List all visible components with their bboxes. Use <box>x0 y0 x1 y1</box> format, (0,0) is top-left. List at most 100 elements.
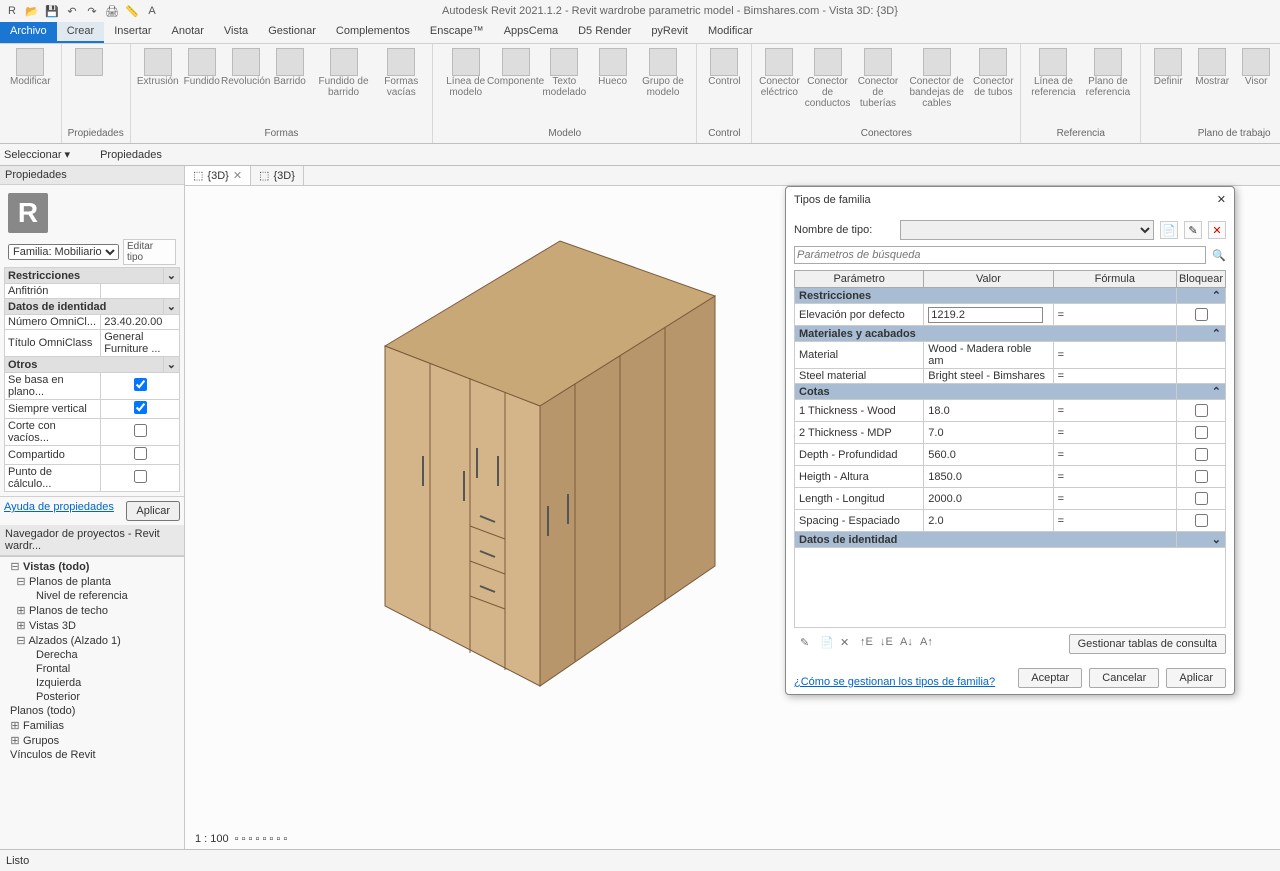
tree-item[interactable]: Izquierda <box>2 676 182 690</box>
sort-asc-icon[interactable]: A↓ <box>900 636 916 652</box>
search-icon[interactable]: 🔍 <box>1212 249 1226 262</box>
ribbon-tab-modificar[interactable]: Modificar <box>698 22 763 43</box>
ribbon-tab-anotar[interactable]: Anotar <box>162 22 214 43</box>
tree-item[interactable]: ⊞ Familias <box>2 718 182 733</box>
ribbon-definir[interactable]: Definir <box>1147 46 1189 89</box>
sort-desc-icon[interactable]: A↑ <box>920 636 936 652</box>
ribbon-tab-crear[interactable]: Crear <box>57 22 105 43</box>
view-tab[interactable]: ⬚{3D} <box>251 166 304 185</box>
tree-item[interactable]: ⊞ Vistas 3D <box>2 618 182 633</box>
project-browser-tree[interactable]: ⊟ Vistas (todo)⊟ Planos de planta Nivel … <box>0 557 184 764</box>
ribbon-tab-gestionar[interactable]: Gestionar <box>258 22 326 43</box>
ribbon-conector-eléctrico[interactable]: Conector eléctrico <box>758 46 800 100</box>
move-down-icon[interactable]: ↓E <box>880 636 896 652</box>
delete-param-icon[interactable]: ✕ <box>840 636 856 652</box>
quick-access-toolbar: R 📂 💾 ↶ ↷ 🖨 📏 A <box>4 3 160 19</box>
ribbon-plano-de-referencia[interactable]: Plano de referencia <box>1082 46 1135 100</box>
family-preview-icon: R <box>8 193 48 233</box>
ribbon-conector-de-tuberías[interactable]: Conector de tuberías <box>855 46 901 111</box>
ribbon-tab-insertar[interactable]: Insertar <box>104 22 161 43</box>
delete-type-icon[interactable]: ✕ <box>1208 221 1226 239</box>
parameters-table[interactable]: ParámetroValorFórmulaBloquearRestriccion… <box>794 270 1226 548</box>
type-name-select[interactable] <box>900 220 1154 240</box>
rename-type-icon[interactable]: ✎ <box>1184 221 1202 239</box>
ribbon-fundido-de-barrido[interactable]: Fundido de barrido <box>313 46 375 100</box>
ribbon-control[interactable]: Control <box>703 46 745 89</box>
measure-icon[interactable]: 📏 <box>124 3 140 19</box>
ribbon-grupo-de-modelo[interactable]: Grupo de modelo <box>636 46 691 100</box>
ribbon-barrido[interactable]: Barrido <box>269 46 311 89</box>
search-params-input[interactable] <box>794 246 1206 264</box>
tree-item[interactable]: ⊟ Vistas (todo) <box>2 559 182 574</box>
ribbon-tab-enscape™[interactable]: Enscape™ <box>420 22 494 43</box>
properties-help-link[interactable]: Ayuda de propiedades <box>4 501 114 521</box>
ribbon-hueco[interactable]: Hueco <box>592 46 634 89</box>
ribbon-línea-de-referencia[interactable]: Línea de referencia <box>1027 46 1079 100</box>
print-icon[interactable]: 🖨 <box>104 3 120 19</box>
new-type-icon[interactable]: 📄 <box>1160 221 1178 239</box>
tree-item[interactable]: ⊞ Grupos <box>2 733 182 748</box>
select-dropdown[interactable]: Seleccionar ▾ <box>4 148 70 161</box>
ribbon-tab-d5 render[interactable]: D5 Render <box>568 22 641 43</box>
ribbon-componente[interactable]: Componente <box>494 46 537 89</box>
ribbon-modificar[interactable]: Modificar <box>6 46 55 89</box>
properties-header: Propiedades <box>0 166 184 185</box>
canvas-3d-view[interactable]: ⬚{3D}✕⬚{3D} <box>185 166 1280 849</box>
elevation-input[interactable] <box>928 307 1042 323</box>
tree-item[interactable]: Posterior <box>2 690 182 704</box>
view-control-bar[interactable]: 1 : 100 ▫ ▫ ▫ ▫ ▫ ▫ ▫ ▫ <box>195 833 287 845</box>
apply-dialog-button[interactable]: Aplicar <box>1166 668 1226 688</box>
tree-item[interactable]: Nivel de referencia <box>2 589 182 603</box>
tree-item[interactable]: Planos (todo) <box>2 704 182 718</box>
scale-indicator[interactable]: 1 : 100 <box>195 833 229 845</box>
ribbon-extrusión[interactable]: Extrusión <box>137 46 179 89</box>
ribbon-revolución[interactable]: Revolución <box>225 46 267 89</box>
ribbon-conector-de-bandejas-de-cables[interactable]: Conector de bandejas de cables <box>903 46 970 111</box>
ribbon-tab-complementos[interactable]: Complementos <box>326 22 420 43</box>
tree-item[interactable]: Frontal <box>2 662 182 676</box>
ribbon-visor[interactable]: Visor <box>1235 46 1277 89</box>
properties-label: Propiedades <box>100 149 162 161</box>
ribbon-texto-modelado[interactable]: Texto modelado <box>539 46 590 100</box>
ribbon-conector-de-conductos[interactable]: Conector de conductos <box>802 46 852 111</box>
sidebar: Propiedades R Familia: Mobiliario Editar… <box>0 166 185 849</box>
apply-button[interactable]: Aplicar <box>126 501 180 521</box>
selection-bar: Seleccionar ▾ Propiedades <box>0 144 1280 166</box>
move-up-icon[interactable]: ↑E <box>860 636 876 652</box>
undo-icon[interactable]: ↶ <box>64 3 80 19</box>
ribbon-item[interactable] <box>68 46 110 78</box>
edit-param-icon[interactable]: ✎ <box>800 636 816 652</box>
edit-type-button[interactable]: Editar tipo <box>123 239 176 265</box>
tree-item[interactable]: Derecha <box>2 648 182 662</box>
new-param-icon[interactable]: 📄 <box>820 636 836 652</box>
ribbon-tab-vista[interactable]: Vista <box>214 22 258 43</box>
lookup-tables-button[interactable]: Gestionar tablas de consulta <box>1069 634 1226 654</box>
redo-icon[interactable]: ↷ <box>84 3 100 19</box>
view-tab[interactable]: ⬚{3D}✕ <box>185 166 251 185</box>
tree-item[interactable]: ⊞ Planos de techo <box>2 603 182 618</box>
param-toolbar: ✎ 📄 ✕ ↑E ↓E A↓ A↑ <box>800 636 936 652</box>
close-icon[interactable]: ✕ <box>1217 193 1226 206</box>
dialog-help-link[interactable]: ¿Cómo se gestionan los tipos de familia? <box>794 676 995 688</box>
ok-button[interactable]: Aceptar <box>1018 668 1082 688</box>
ribbon-fundido[interactable]: Fundido <box>181 46 223 89</box>
ribbon-formas-vacías[interactable]: Formas vacías <box>376 46 426 100</box>
cancel-button[interactable]: Cancelar <box>1089 668 1159 688</box>
family-selector[interactable]: Familia: Mobiliario <box>8 244 119 260</box>
file-menu[interactable]: Archivo <box>0 22 57 43</box>
revit-icon[interactable]: R <box>4 3 20 19</box>
tree-item[interactable]: Vínculos de Revit <box>2 748 182 762</box>
type-name-label: Nombre de tipo: <box>794 224 894 236</box>
ribbon-línea-de-modelo[interactable]: Línea de modelo <box>439 46 492 100</box>
tree-item[interactable]: ⊟ Planos de planta <box>2 574 182 589</box>
save-icon[interactable]: 💾 <box>44 3 60 19</box>
text-icon[interactable]: A <box>144 3 160 19</box>
ribbon-conector-de-tubos[interactable]: Conector de tubos <box>972 46 1014 100</box>
close-icon[interactable]: ✕ <box>233 169 242 182</box>
ribbon-mostrar[interactable]: Mostrar <box>1191 46 1233 89</box>
ribbon-tab-appscema[interactable]: AppsCema <box>494 22 568 43</box>
ribbon-tab-pyrevit[interactable]: pyRevit <box>641 22 698 43</box>
tree-item[interactable]: ⊟ Alzados (Alzado 1) <box>2 633 182 648</box>
open-icon[interactable]: 📂 <box>24 3 40 19</box>
family-types-dialog: Tipos de familia ✕ Nombre de tipo: 📄 ✎ ✕… <box>785 186 1235 695</box>
